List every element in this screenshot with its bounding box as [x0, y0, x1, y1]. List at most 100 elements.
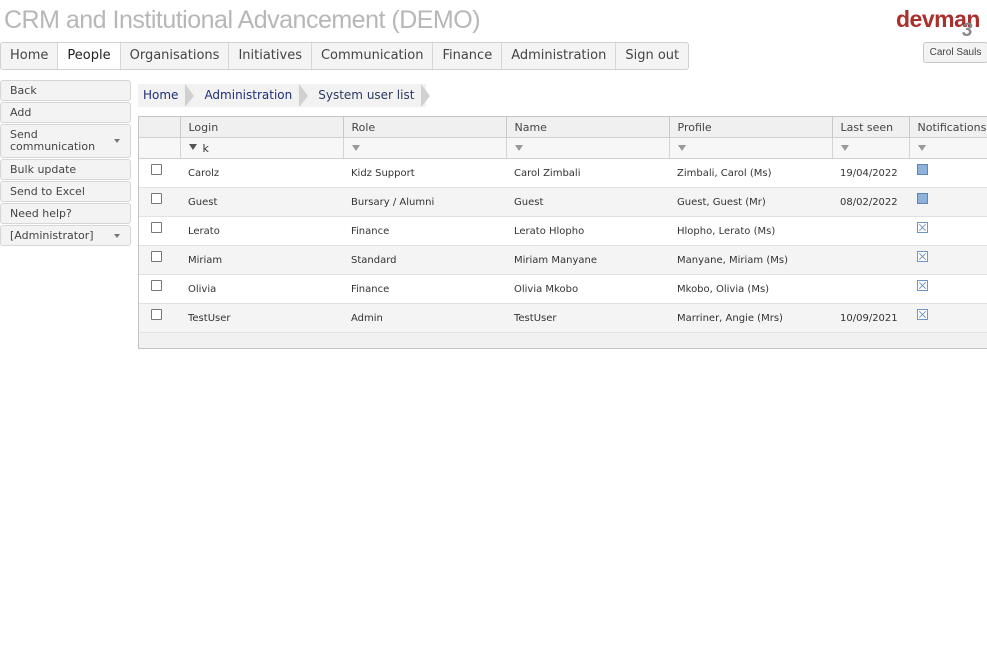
need-help-label: Need help?: [10, 207, 72, 220]
main-nav: Home People Organisations Initiatives Co…: [0, 42, 690, 70]
breadcrumb-administration[interactable]: Administration: [190, 84, 309, 107]
nav-tab-home[interactable]: Home: [1, 43, 59, 69]
app-title: CRM and Institutional Advancement (DEMO): [4, 6, 481, 34]
last-seen-cell: 19/04/2022: [832, 158, 909, 188]
send-communication-button[interactable]: Send communication: [0, 124, 131, 158]
need-help-button[interactable]: Need help?: [0, 203, 131, 224]
role-cell: Bursary / Alumni: [343, 187, 506, 217]
role-filter[interactable]: [343, 137, 507, 159]
chevron-down-icon: [114, 233, 120, 238]
breadcrumb-home[interactable]: Home: [138, 84, 195, 107]
notifications-cell: [909, 158, 987, 188]
role-cell: Kidz Support: [343, 158, 506, 188]
administrator-menu-button[interactable]: [Administrator]: [0, 225, 131, 246]
profile-cell[interactable]: Hlopho, Lerato (Ms): [669, 216, 832, 246]
administrator-label: [Administrator]: [10, 229, 94, 242]
nav-tab-initiatives[interactable]: Initiatives: [229, 43, 312, 69]
nav-tab-organisations[interactable]: Organisations: [121, 43, 230, 69]
select-column-header: [139, 117, 181, 138]
last-seen-filter[interactable]: [832, 137, 910, 159]
notifications-cell: [909, 274, 987, 304]
table-row[interactable]: Carolz Kidz Support Carol Zimbali Zimbal…: [139, 158, 987, 188]
filter-icon[interactable]: [514, 144, 523, 151]
filter-icon[interactable]: [840, 144, 849, 151]
table-row[interactable]: Miriam Standard Miriam Manyane Manyane, …: [139, 245, 987, 275]
row-checkbox[interactable]: [151, 164, 162, 175]
notifications-enabled-icon: [917, 193, 928, 204]
table-row[interactable]: Lerato Finance Lerato Hlopho Hlopho, Ler…: [139, 216, 987, 246]
profile-cell[interactable]: Guest, Guest (Mr): [669, 187, 832, 217]
name-cell: Miriam Manyane: [506, 245, 669, 275]
name-cell: Guest: [506, 187, 669, 217]
back-button[interactable]: Back: [0, 80, 131, 101]
row-checkbox[interactable]: [151, 309, 162, 320]
login-cell[interactable]: Olivia: [180, 274, 343, 304]
column-header-login[interactable]: Login: [180, 117, 344, 138]
notifications-disabled-icon: [917, 309, 928, 320]
table-row[interactable]: Olivia Finance Olivia Mkobo Mkobo, Olivi…: [139, 274, 987, 304]
user-table: Login Role Name Profile Last seen Notifi…: [139, 117, 987, 333]
profile-cell[interactable]: Zimbali, Carol (Ms): [669, 158, 832, 188]
profile-cell[interactable]: Manyane, Miriam (Ms): [669, 245, 832, 275]
row-checkbox-cell: [139, 303, 180, 333]
notifications-enabled-icon: [917, 164, 928, 175]
filter-icon[interactable]: [188, 144, 197, 151]
notifications-disabled-icon: [917, 222, 928, 233]
notifications-cell: [909, 303, 987, 333]
row-checkbox[interactable]: [151, 193, 162, 204]
name-filter[interactable]: [506, 137, 670, 159]
login-cell[interactable]: Carolz: [180, 158, 343, 188]
user-grid: Login Role Name Profile Last seen Notifi…: [138, 116, 987, 349]
profile-cell[interactable]: Mkobo, Olivia (Ms): [669, 274, 832, 304]
profile-cell[interactable]: Marriner, Angie (Mrs): [669, 303, 832, 333]
notifications-cell: [909, 216, 987, 246]
nav-tab-communication[interactable]: Communication: [312, 43, 434, 69]
profile-filter[interactable]: [669, 137, 833, 159]
select-filter-cell: [139, 137, 181, 159]
send-to-excel-label: Send to Excel: [10, 185, 85, 198]
table-row[interactable]: TestUser Admin TestUser Marriner, Angie …: [139, 303, 987, 333]
last-seen-cell: 08/02/2022: [832, 187, 909, 217]
filter-icon[interactable]: [351, 144, 360, 151]
row-checkbox-cell: [139, 274, 180, 304]
filter-icon[interactable]: [917, 144, 926, 151]
nav-tab-administration[interactable]: Administration: [502, 43, 617, 69]
table-row[interactable]: Guest Bursary / Alumni Guest Guest, Gues…: [139, 187, 987, 217]
name-cell: Olivia Mkobo: [506, 274, 669, 304]
sidebar: Back Add Send communication Bulk update …: [0, 80, 131, 247]
nav-tab-finance[interactable]: Finance: [433, 43, 503, 69]
login-cell[interactable]: Guest: [180, 187, 343, 217]
row-checkbox-cell: [139, 245, 180, 275]
bulk-update-button[interactable]: Bulk update: [0, 159, 131, 180]
login-filter-value: k: [202, 141, 209, 155]
logo-mark: 3: [962, 20, 973, 41]
login-cell[interactable]: TestUser: [180, 303, 343, 333]
bulk-update-label: Bulk update: [10, 163, 77, 176]
breadcrumb: Home Administration System user list: [138, 84, 431, 107]
send-communication-label: Send communication: [10, 128, 96, 153]
row-checkbox[interactable]: [151, 251, 162, 262]
user-button[interactable]: Carol Sauls: [923, 42, 987, 63]
row-checkbox[interactable]: [151, 222, 162, 233]
column-header-name[interactable]: Name: [506, 117, 670, 138]
nav-tab-sign-out[interactable]: Sign out: [616, 43, 688, 69]
breadcrumb-system-user-list: System user list: [304, 84, 431, 107]
row-checkbox[interactable]: [151, 280, 162, 291]
login-cell[interactable]: Lerato: [180, 216, 343, 246]
nav-tab-people[interactable]: People: [58, 43, 121, 69]
notifications-disabled-icon: [917, 251, 928, 262]
send-to-excel-button[interactable]: Send to Excel: [0, 181, 131, 202]
column-header-last-seen[interactable]: Last seen: [832, 117, 910, 138]
notifications-filter[interactable]: [909, 137, 987, 159]
notifications-cell: [909, 245, 987, 275]
column-header-notifications[interactable]: Notifications: [909, 117, 987, 138]
notifications-disabled-icon: [917, 280, 928, 291]
filter-icon[interactable]: [677, 144, 686, 151]
name-cell: Lerato Hlopho: [506, 216, 669, 246]
column-header-role[interactable]: Role: [343, 117, 507, 138]
login-cell[interactable]: Miriam: [180, 245, 343, 275]
last-seen-cell: [832, 274, 909, 304]
column-header-profile[interactable]: Profile: [669, 117, 833, 138]
login-filter[interactable]: k: [180, 137, 344, 159]
add-button[interactable]: Add: [0, 102, 131, 123]
